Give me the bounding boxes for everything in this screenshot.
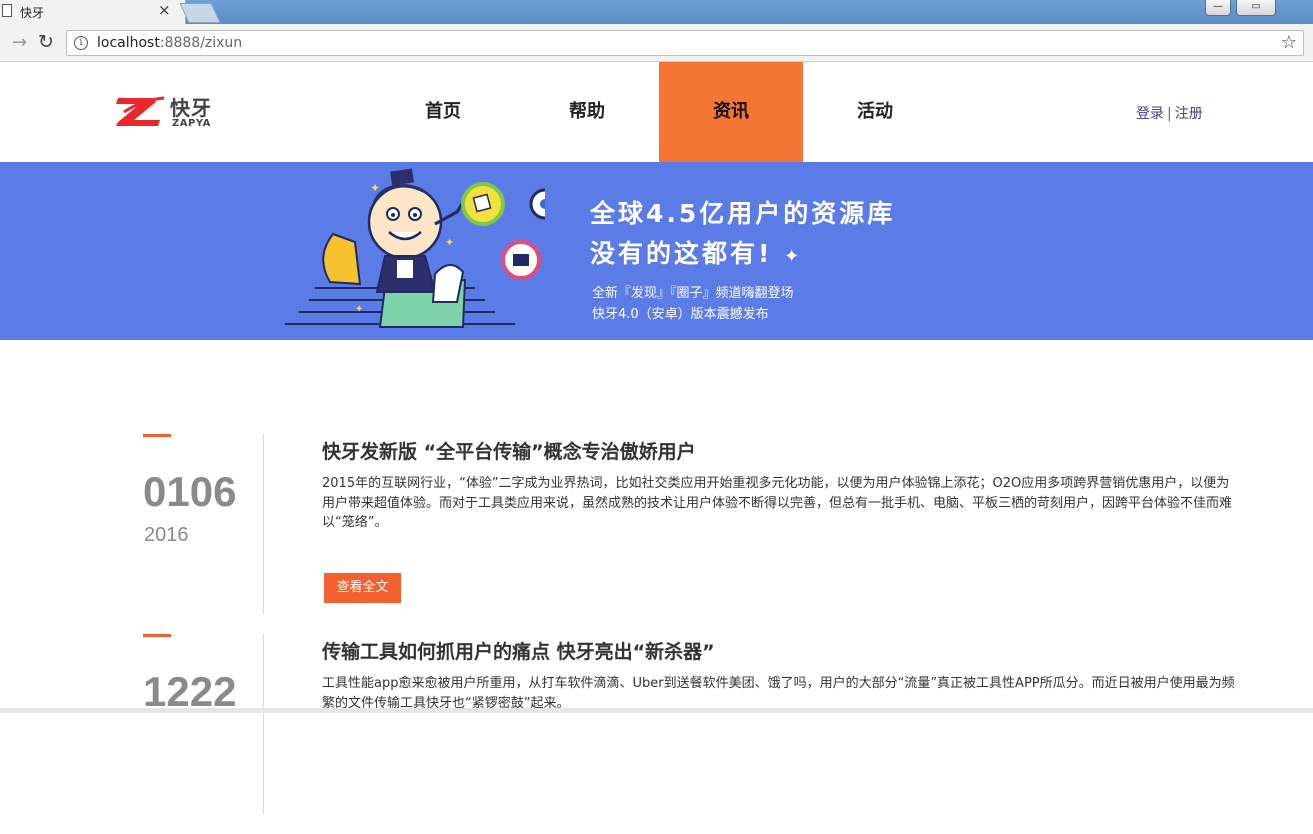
nav-events[interactable]: 活动 (803, 62, 947, 162)
logo-text-en: ZAPYA (172, 118, 211, 129)
read-more-button[interactable]: 查看全文 (324, 573, 401, 603)
zapya-logo-mark (116, 96, 165, 126)
nav-news[interactable]: 资讯 (659, 62, 803, 162)
register-link[interactable]: 注册 (1175, 106, 1203, 122)
site-header: 快牙 ZAPYA 首页 帮助 资讯 活动 登录 | 注册 (0, 62, 1313, 162)
tab-title: 快牙 (20, 6, 45, 20)
svg-text:✦: ✦ (370, 181, 380, 195)
login-link[interactable]: 登录 (1136, 106, 1164, 122)
banner-headline-1: 全球4.5亿用户的资源库 (590, 199, 896, 228)
window-titlebar: 快牙 × — ▭ (0, 0, 1313, 24)
zapya-logo[interactable]: 快牙 ZAPYA (112, 92, 222, 132)
banner-illustration: ✦ ✦ ✦ (285, 168, 545, 328)
nav-help[interactable]: 帮助 (515, 62, 659, 162)
date-accent-bar (143, 634, 171, 637)
browser-tab[interactable]: 快牙 × (0, 0, 186, 24)
address-bar[interactable]: i localhost:8888/zixun ☆ (66, 30, 1304, 56)
browser-toolbar: → ↻ i localhost:8888/zixun ☆ (0, 24, 1313, 62)
document-icon (2, 4, 12, 17)
banner-subtitle-2: 快牙4.0（安卓）版本震撼发布 (592, 307, 769, 322)
bookmark-star-icon[interactable]: ☆ (1281, 32, 1297, 53)
auth-links: 登录 | 注册 (1136, 103, 1203, 123)
url-text[interactable]: localhost:8888/zixun (97, 35, 242, 51)
tab-close-icon[interactable]: × (158, 1, 171, 19)
sparkle-icon: ✦ (784, 246, 803, 267)
news-item: 1222 传输工具如何抓用户的痛点 快牙亮出“新杀器” 工具性能app愈来愈被用… (0, 634, 1313, 834)
banner-subtitle-1: 全新『发现』『圈子』频道嗨翻登场 (592, 286, 794, 301)
news-item: 0106 2016 快牙发新版 “全平台传输”概念专治傲娇用户 2015年的互联… (0, 434, 1313, 634)
maximize-button[interactable]: ▭ (1236, 0, 1276, 16)
info-icon[interactable]: i (74, 36, 88, 50)
forward-arrow-icon[interactable]: → (12, 32, 27, 53)
nav-home[interactable]: 首页 (371, 62, 515, 162)
date-number: 0106 (143, 468, 237, 515)
date-year: 2016 (144, 524, 189, 546)
news-title[interactable]: 快牙发新版 “全平台传输”概念专治傲娇用户 (322, 437, 696, 464)
svg-text:✦: ✦ (355, 304, 363, 315)
auth-separator: | (1167, 106, 1172, 122)
date-accent-bar (143, 434, 171, 437)
promo-banner[interactable]: ✦ ✦ ✦ 全球4.5亿用户的资源库 没有的这都有! ✦ 全新『发现』『圈子』频… (0, 162, 1313, 340)
divider-line (263, 434, 264, 614)
logo-text-cn: 快牙 (170, 96, 212, 120)
banner-headline-2: 没有的这都有! ✦ (590, 239, 803, 268)
svg-text:✦: ✦ (445, 236, 454, 249)
news-summary: 2015年的互联网行业，“体验”二字成为业界热词，比如社交类应用开始重视多元化功… (322, 476, 1233, 530)
minimize-button[interactable]: — (1205, 0, 1231, 16)
divider-line (263, 634, 264, 814)
horizontal-scrollbar[interactable] (0, 708, 1313, 713)
reload-icon[interactable]: ↻ (38, 31, 54, 53)
news-title[interactable]: 传输工具如何抓用户的痛点 快牙亮出“新杀器” (322, 637, 715, 664)
